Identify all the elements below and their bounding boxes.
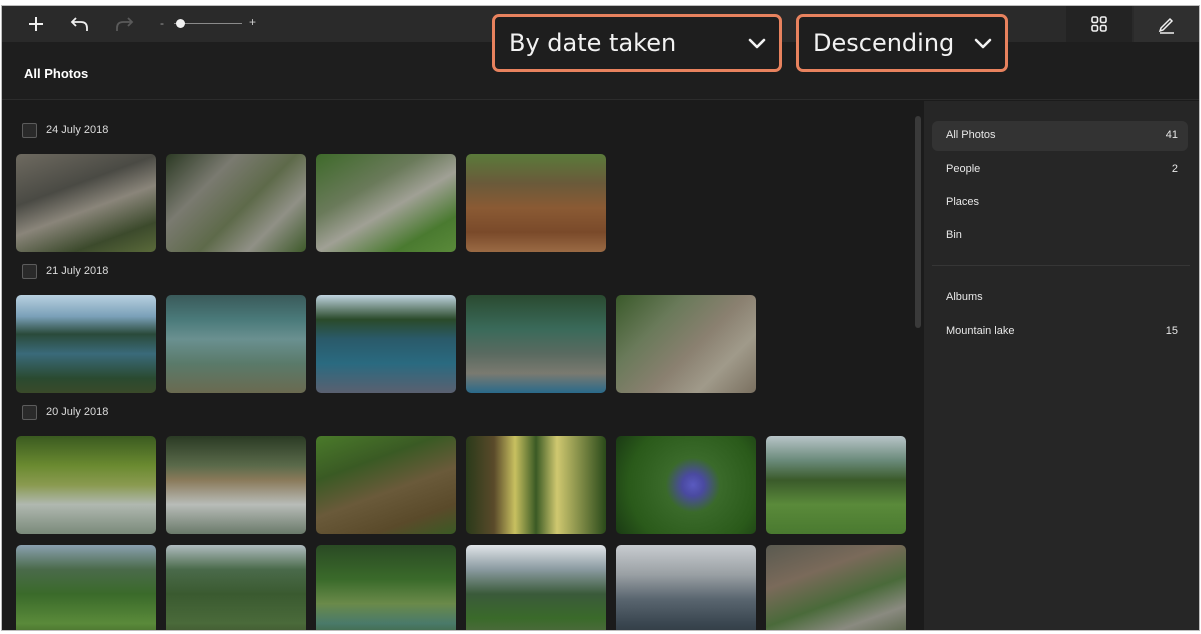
sidebar-item-bin[interactable]: Bin [932, 221, 1188, 251]
zoom-minus-label: - [160, 16, 164, 30]
photo-thumbnail[interactable] [166, 436, 306, 534]
photo-thumbnail[interactable] [466, 436, 606, 534]
sidebar-divider [932, 265, 1190, 266]
sidebar-item-all-photos[interactable]: All Photos 41 [932, 121, 1188, 151]
select-group-checkbox[interactable] [22, 122, 37, 138]
sidebar-item-albums[interactable]: Albums [932, 283, 1188, 313]
photo-thumbnail[interactable] [766, 545, 906, 630]
date-group-header: 24 July 2018 [22, 121, 108, 139]
sidebar-item-count: 2 [1171, 163, 1178, 175]
photo-thumbnail[interactable] [166, 154, 306, 252]
albums-heading: Albums [946, 291, 983, 303]
date-group-label: 20 July 2018 [46, 406, 109, 418]
plus-icon [29, 17, 43, 31]
photo-thumbnail[interactable] [616, 295, 756, 393]
sort-by-value: By date taken [509, 29, 677, 57]
photo-thumbnail[interactable] [316, 154, 456, 252]
sidebar-item-label: People [946, 163, 981, 175]
sort-order-value: Descending [813, 29, 955, 57]
select-group-checkbox[interactable] [22, 404, 37, 420]
photo-thumbnail[interactable] [616, 545, 756, 630]
sidebar-item-places[interactable]: Places [932, 188, 1188, 218]
add-button[interactable] [22, 10, 50, 38]
sidebar-item-count: 15 [1165, 325, 1178, 337]
page-title: All Photos [24, 66, 89, 81]
photo-thumbnail[interactable] [166, 545, 306, 630]
photo-thumbnail[interactable] [16, 436, 156, 534]
sidebar-item-people[interactable]: People 2 [932, 155, 1188, 185]
photo-thumbnail[interactable] [466, 295, 606, 393]
sort-by-dropdown[interactable]: By date taken [492, 14, 782, 72]
date-group-header: 21 July 2018 [22, 262, 108, 280]
photo-thumbnail[interactable] [616, 436, 756, 534]
vertical-scrollbar[interactable] [915, 116, 921, 328]
right-sidebar: All Photos 41 People 2 Places Bin Albums… [924, 101, 1199, 630]
photo-thumbnail[interactable] [166, 295, 306, 393]
date-group-label: 21 July 2018 [46, 265, 109, 277]
date-group-label: 24 July 2018 [46, 124, 109, 136]
sidebar-item-label: Mountain lake [946, 325, 1015, 337]
sidebar-item-album-mountain-lake[interactable]: Mountain lake 15 [932, 317, 1188, 347]
zoom-knob[interactable] [176, 19, 186, 28]
sidebar-item-label: Places [946, 196, 980, 208]
grid-view-button[interactable] [1066, 6, 1132, 42]
pencil-icon [1158, 17, 1174, 34]
grid-view-icon [1091, 16, 1107, 32]
sidebar-item-label: All Photos [946, 129, 996, 141]
photo-thumbnail[interactable] [16, 154, 156, 252]
photo-thumbnail[interactable] [16, 295, 156, 393]
photo-thumbnail[interactable] [466, 545, 606, 630]
app-window: - + All Photos By date taken Descending … [2, 6, 1199, 630]
edit-button[interactable] [1134, 6, 1199, 42]
photo-thumbnail[interactable] [316, 436, 456, 534]
photo-thumbnail[interactable] [316, 295, 456, 393]
photo-thumbnail[interactable] [466, 154, 606, 252]
sidebar-item-count: 41 [1165, 129, 1178, 141]
date-group-header: 20 July 2018 [22, 403, 108, 421]
zoom-plus-label: + [248, 15, 256, 29]
select-group-checkbox[interactable] [22, 263, 37, 279]
zoom-slider[interactable]: - + [160, 14, 256, 34]
chevron-down-icon [974, 38, 992, 49]
undo-icon [70, 17, 88, 31]
chevron-down-icon [748, 38, 766, 49]
photo-thumbnail[interactable] [316, 545, 456, 630]
photo-thumbnail[interactable] [766, 436, 906, 534]
photo-grid: 24 July 2018 21 July 2018 20 July 2018 [2, 101, 924, 630]
undo-button[interactable] [66, 10, 94, 38]
sort-order-dropdown[interactable]: Descending [796, 14, 1008, 72]
redo-button[interactable] [110, 10, 138, 38]
photo-thumbnail[interactable] [16, 545, 156, 630]
sidebar-item-label: Bin [946, 229, 962, 241]
redo-icon [116, 17, 134, 31]
